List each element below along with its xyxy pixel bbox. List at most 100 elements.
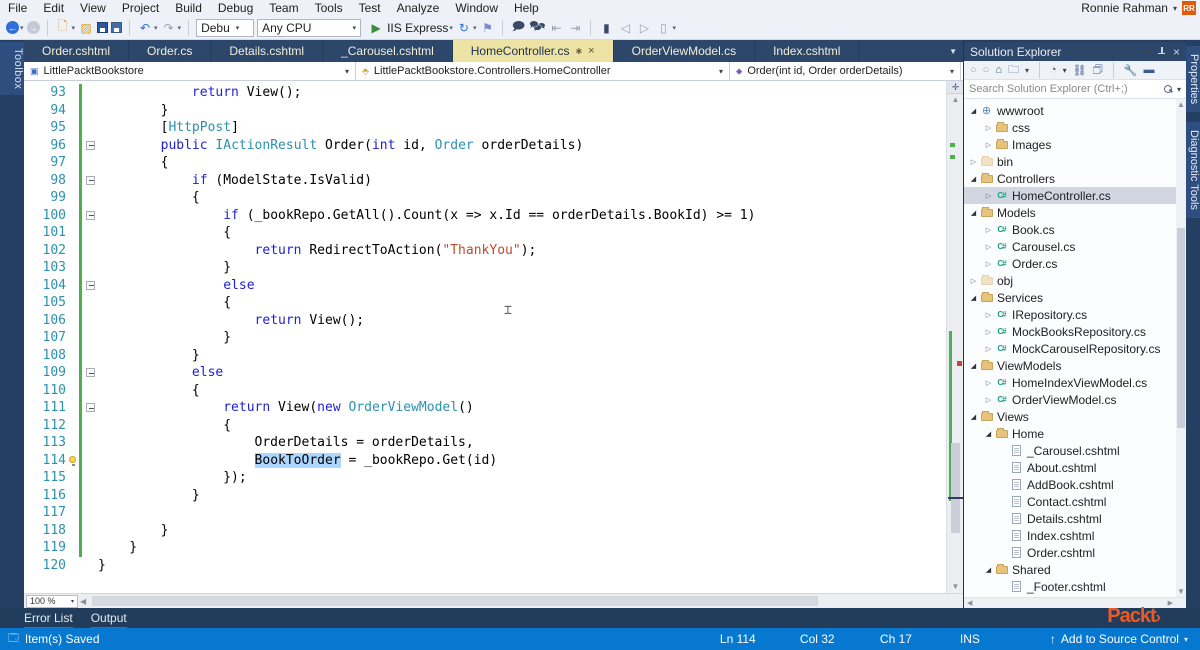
comment-icon[interactable]: 🗩 — [510, 19, 526, 36]
scroll-right-icon[interactable]: ▶ — [1168, 599, 1173, 607]
collapse-icon[interactable]: ◢ — [983, 430, 994, 438]
tree-item[interactable]: About.cshtml — [964, 459, 1186, 476]
code-text[interactable]: return View(); — [98, 84, 302, 102]
line-number[interactable]: 111 — [24, 399, 68, 417]
line-number[interactable]: 116 — [24, 487, 68, 505]
breadcrumb-dropdown[interactable]: ⬥ Order(int id, Order orderDetails) ▾ — [730, 62, 961, 80]
undo-dropdown-icon[interactable]: ▾ — [154, 24, 158, 32]
code-line[interactable]: 94 } — [24, 101, 946, 120]
expand-icon[interactable]: ▷ — [968, 277, 979, 285]
code-line[interactable]: 113 OrderDetails = orderDetails, — [24, 434, 946, 452]
properties-icon[interactable]: 🔧 — [1124, 64, 1138, 77]
code-line[interactable]: 114 BookToOrder = _bookRepo.Get(id) — [24, 451, 946, 470]
home-icon[interactable]: ⌂ — [995, 64, 1002, 76]
code-text[interactable]: } — [98, 557, 106, 575]
code-text[interactable]: return View(); — [98, 312, 365, 330]
tree-item[interactable]: ▷ bin — [964, 153, 1186, 170]
expand-icon[interactable]: ▷ — [983, 396, 994, 404]
tree-item[interactable]: Details.cshtml — [964, 510, 1186, 527]
code-text[interactable]: { — [98, 154, 169, 172]
expand-icon[interactable]: ▷ — [983, 141, 994, 149]
tree-item[interactable]: ◢ Models — [964, 204, 1186, 221]
scroll-up-icon[interactable]: ▲ — [1176, 100, 1186, 109]
tree-vertical-scrollbar[interactable]: ▲ ▼ — [1176, 99, 1186, 597]
tree-item[interactable]: ◢ ViewModels — [964, 357, 1186, 374]
window-position-icon[interactable]: ▾ — [1146, 47, 1150, 56]
split-handle-icon[interactable]: ✛ — [947, 81, 963, 94]
undo-icon[interactable]: ↶ — [137, 20, 153, 36]
add-to-source-control-button[interactable]: ↑ Add to Source Control ▾ — [1050, 632, 1200, 646]
search-input[interactable]: Search Solution Explorer (Ctrl+;) — [969, 83, 1164, 95]
expand-icon[interactable]: ▷ — [983, 226, 994, 234]
code-line[interactable]: 93 return View(); — [24, 84, 946, 102]
avatar[interactable]: RR — [1182, 1, 1196, 15]
code-line[interactable]: 107 } — [24, 329, 946, 347]
tree-item[interactable]: ▷ obj — [964, 272, 1186, 289]
code-text[interactable]: } — [98, 487, 200, 505]
line-number[interactable]: 101 — [24, 224, 68, 242]
line-number[interactable]: 120 — [24, 557, 68, 575]
scroll-left-icon[interactable]: ◀ — [80, 597, 86, 606]
line-number[interactable]: 97 — [24, 154, 68, 172]
line-number[interactable]: 99 — [24, 189, 68, 207]
code-text[interactable]: else — [98, 364, 223, 382]
code-text[interactable]: if (_bookRepo.GetAll().Count(x => x.Id =… — [98, 207, 755, 225]
code-text[interactable]: { — [98, 224, 231, 242]
editor-tab[interactable]: Order.cshtml — [24, 40, 130, 62]
scrollbar-thumb[interactable] — [1177, 228, 1185, 428]
menu-analyze[interactable]: Analyze — [389, 0, 448, 16]
indent-decrease-icon[interactable]: ⇤ — [548, 20, 564, 36]
code-text[interactable]: return View(new OrderViewModel() — [98, 399, 473, 417]
code-line[interactable]: 119 } — [24, 539, 946, 557]
tree-item[interactable]: ▷ C# HomeController.cs — [964, 187, 1186, 204]
code-line[interactable]: 99 { — [24, 189, 946, 207]
tree-item[interactable]: ◢ Views — [964, 408, 1186, 425]
line-number[interactable]: 115 — [24, 469, 68, 487]
line-number[interactable]: 106 — [24, 312, 68, 330]
editor-vertical-scrollbar[interactable]: ✛ ▲ ▼ — [946, 81, 963, 593]
code-line[interactable]: 108 } — [24, 346, 946, 365]
code-text[interactable]: if (ModelState.IsValid) — [98, 172, 372, 190]
redo-dropdown-icon[interactable]: ▾ — [178, 24, 182, 32]
menu-debug[interactable]: Debug — [210, 0, 261, 16]
breadcrumb-dropdown[interactable]: ⬘ LittlePacktBookstore.Controllers.HomeCo… — [356, 62, 730, 80]
line-number[interactable]: 105 — [24, 294, 68, 312]
output-tab[interactable]: Output — [90, 611, 127, 630]
expand-icon[interactable]: ▷ — [983, 243, 994, 251]
collapse-icon[interactable]: ◢ — [968, 413, 979, 421]
tree-item[interactable]: ▷ C# Book.cs — [964, 221, 1186, 238]
tree-item[interactable]: _Footer.cshtml — [964, 578, 1186, 595]
menu-build[interactable]: Build — [167, 0, 210, 16]
code-text[interactable]: else — [98, 277, 254, 295]
line-number[interactable]: 94 — [24, 102, 68, 120]
code-line[interactable]: 105 { — [24, 294, 946, 312]
code-text[interactable]: { — [98, 189, 200, 207]
tree-item[interactable]: ▷ C# Carousel.cs — [964, 238, 1186, 255]
line-number[interactable]: 108 — [24, 347, 68, 365]
line-number[interactable]: 100 — [24, 207, 68, 225]
tree-item[interactable]: ◢ Services — [964, 289, 1186, 306]
open-file-icon[interactable]: ▨ — [78, 20, 94, 36]
code-line[interactable]: 96 public IActionResult Order(int id, Or… — [24, 136, 946, 155]
tree-item[interactable]: Contact.cshtml — [964, 493, 1186, 510]
refresh-dropdown-icon[interactable]: ▾ — [473, 24, 477, 32]
line-number[interactable]: 96 — [24, 137, 68, 155]
line-number[interactable]: 114 — [24, 452, 68, 470]
collapse-region-icon[interactable] — [85, 175, 95, 185]
save-icon[interactable] — [97, 22, 109, 33]
code-line[interactable]: 95 [HttpPost] — [24, 119, 946, 137]
code-line[interactable]: 98 if (ModelState.IsValid) — [24, 171, 946, 190]
code-line[interactable]: 102 return RedirectToAction("ThankYou"); — [24, 241, 946, 259]
tree-item[interactable]: ▷ Images — [964, 136, 1186, 153]
sync-with-active-document-icon[interactable]: ⛓ — [1073, 64, 1087, 77]
line-number[interactable]: 98 — [24, 172, 68, 190]
switch-views-icon[interactable]: 🗀 — [1008, 61, 1019, 80]
collapse-icon[interactable]: ◢ — [968, 107, 979, 115]
line-number[interactable]: 103 — [24, 259, 68, 277]
code-line[interactable]: 112 { — [24, 416, 946, 434]
rail-tab-diagnostic-tools[interactable]: Diagnostic Tools — [1186, 122, 1200, 219]
toolbox-tab[interactable]: Toolbox — [0, 42, 24, 96]
error-list-tab[interactable]: Error List — [24, 611, 73, 630]
forward-icon[interactable]: ○ — [983, 64, 990, 76]
tree-item[interactable]: AddBook.cshtml — [964, 476, 1186, 493]
